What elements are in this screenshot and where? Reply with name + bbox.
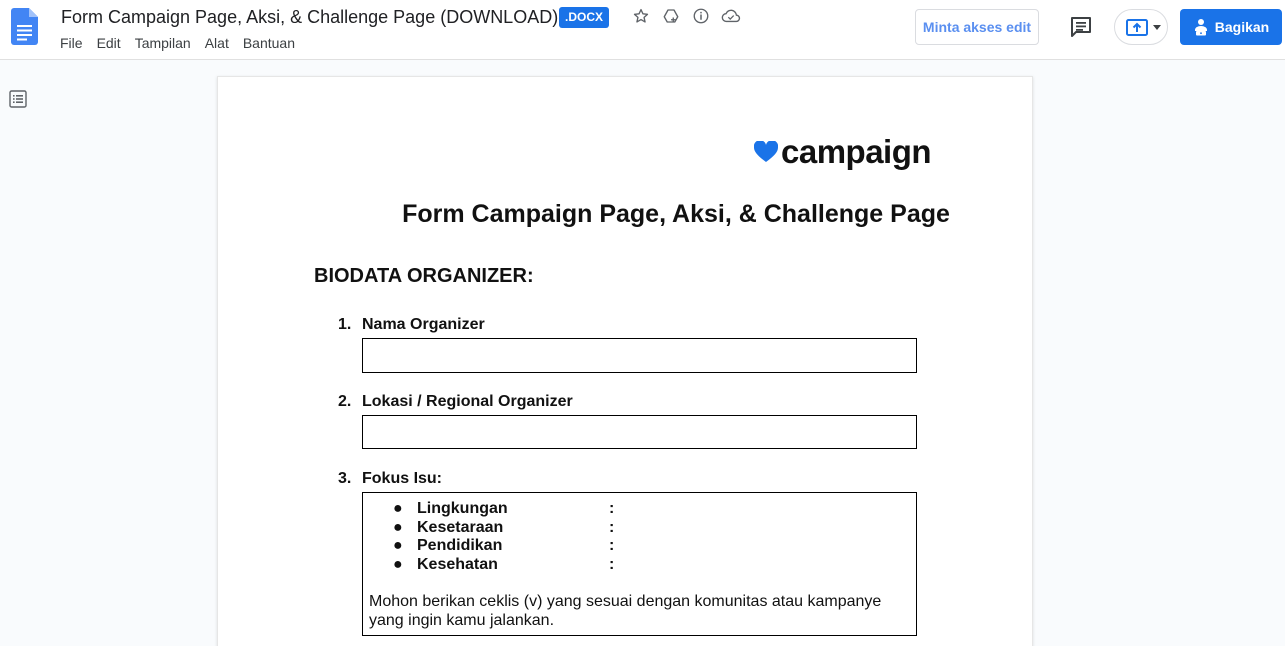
logo-text: campaign xyxy=(781,133,932,170)
bullet: ● xyxy=(393,518,403,536)
option-label: Kesehatan xyxy=(417,555,498,573)
question-number: 3. xyxy=(338,470,352,487)
question-number: 2. xyxy=(338,393,352,410)
info-icon[interactable] xyxy=(691,6,711,26)
option-label: Pendidikan xyxy=(417,537,503,554)
share-label: Bagikan xyxy=(1214,19,1270,35)
menu-tampilan[interactable]: Tampilan xyxy=(135,35,191,51)
list-item: ● Pendidikan: xyxy=(393,537,614,556)
present-upload-icon xyxy=(1126,19,1148,36)
docx-badge: .DOCX xyxy=(559,7,610,28)
comment-icon[interactable] xyxy=(1068,14,1094,40)
bullet: ● xyxy=(393,500,403,517)
add-shortcut-drive-icon[interactable] xyxy=(661,6,681,26)
menu-alat[interactable]: Alat xyxy=(205,35,229,51)
question-1: 1. Nama Organizer xyxy=(338,316,485,334)
option-label: Lingkungan xyxy=(417,500,508,517)
document-page[interactable]: campaign Form Campaign Page, Aksi, & Cha… xyxy=(217,76,1033,646)
nama-organizer-field[interactable] xyxy=(362,338,917,373)
lokasi-organizer-field[interactable] xyxy=(362,415,917,449)
share-button[interactable]: Bagikan xyxy=(1180,9,1282,45)
option-label: Kesetaraan xyxy=(417,518,504,536)
top-bar: Form Campaign Page, Aksi, & Challenge Pa… xyxy=(0,0,1285,60)
menu-edit[interactable]: Edit xyxy=(97,35,121,51)
option-value[interactable]: : xyxy=(609,556,614,574)
question-label: Fokus Isu: xyxy=(362,470,443,487)
question-2: 2. Lokasi / Regional Organizer xyxy=(338,393,573,411)
cloud-status-icon[interactable] xyxy=(721,6,741,26)
chevron-down-icon xyxy=(1153,25,1161,30)
menu-file[interactable]: File xyxy=(60,35,83,51)
lock-person-icon xyxy=(1194,19,1207,36)
option-value[interactable]: : xyxy=(609,537,614,555)
document-outline-icon[interactable] xyxy=(9,90,27,108)
request-edit-access-button[interactable]: Minta akses edit xyxy=(915,9,1039,45)
campaign-logo: campaign xyxy=(754,133,932,171)
menu-bar: File Edit Tampilan Alat Bantuan xyxy=(60,35,309,51)
question-number: 1. xyxy=(338,316,352,333)
star-icon[interactable] xyxy=(631,6,651,26)
google-docs-icon[interactable] xyxy=(11,8,38,45)
menu-bantuan[interactable]: Bantuan xyxy=(243,35,295,51)
list-item: ● Lingkungan: xyxy=(393,500,614,519)
list-item: ● Kesehatan: xyxy=(393,555,614,575)
present-button[interactable] xyxy=(1114,9,1168,45)
list-item: ● Kesetaraan: xyxy=(393,518,614,538)
page-title: Form Campaign Page, Aksi, & Challenge Pa… xyxy=(402,200,950,228)
focus-note: Mohon berikan ceklis (v) yang sesuai den… xyxy=(369,593,882,629)
document-title[interactable]: Form Campaign Page, Aksi, & Challenge Pa… xyxy=(61,7,558,28)
section-heading: BIODATA ORGANIZER: xyxy=(314,265,534,287)
question-3: 3. Fokus Isu: xyxy=(338,470,442,488)
fokus-isu-box[interactable]: ● Lingkungan: ● Kesetaraan: ● Pendidikan: ●… xyxy=(362,492,917,636)
bullet: ● xyxy=(393,537,403,554)
heart-icon xyxy=(754,141,778,162)
question-label: Nama Organizer xyxy=(362,316,485,333)
option-value[interactable]: : xyxy=(609,519,614,537)
bullet: ● xyxy=(393,555,403,573)
question-label: Lokasi / Regional Organizer xyxy=(362,393,573,410)
option-value[interactable]: : xyxy=(609,500,614,518)
focus-options-list: ● Lingkungan: ● Kesetaraan: ● Pendidikan: ●… xyxy=(393,500,614,575)
